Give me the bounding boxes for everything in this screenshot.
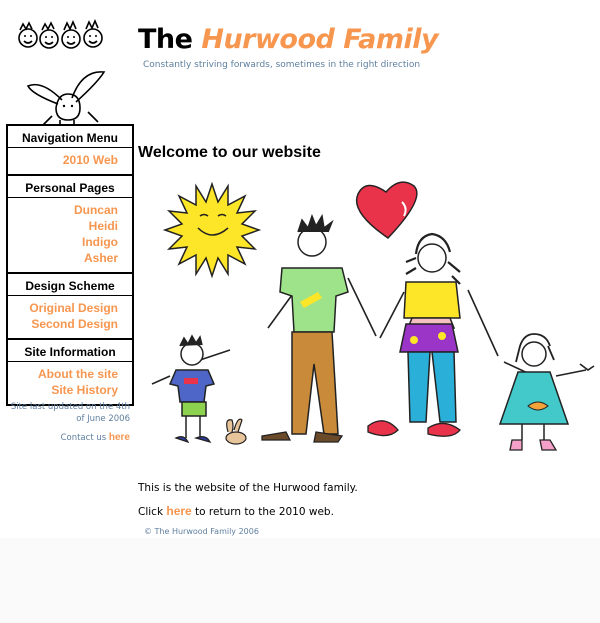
nav-link-2010-web[interactable]: 2010 Web xyxy=(8,152,132,168)
nav-link-original-design[interactable]: Original Design xyxy=(8,300,132,316)
return-line: Click here to return to the 2010 web. xyxy=(138,504,334,518)
nav-heading: Navigation Menu xyxy=(8,128,132,148)
site-title: The Hurwood Family xyxy=(138,24,439,55)
return-link[interactable]: here xyxy=(166,504,191,518)
sun-drawing xyxy=(162,181,262,279)
nav-link-duncan[interactable]: Duncan xyxy=(8,202,132,218)
tagline: Constantly striving forwards, sometimes … xyxy=(143,60,421,70)
nav-link-second-design[interactable]: Second Design xyxy=(8,316,132,332)
nav-link-heidi[interactable]: Heidi xyxy=(8,218,132,234)
nav-section-navigation: Navigation Menu 2010 Web xyxy=(8,126,132,176)
boy-figure xyxy=(168,334,216,444)
family-logo xyxy=(18,18,106,128)
nav-link-asher[interactable]: Asher xyxy=(8,250,132,266)
nav-section-personal: Personal Pages Duncan Heidi Indigo Asher xyxy=(8,176,132,274)
nav-heading: Personal Pages xyxy=(8,178,132,198)
family-name: Hurwood Family xyxy=(201,24,439,55)
dad-figure xyxy=(261,213,349,443)
welcome-heading: Welcome to our website xyxy=(138,144,321,161)
nav-heading: Site Information xyxy=(8,342,132,362)
nav-link-about[interactable]: About the site xyxy=(8,366,132,382)
last-updated: Site last updated on the 4th of June 200… xyxy=(10,402,130,424)
nav-link-indigo[interactable]: Indigo xyxy=(8,234,132,250)
intro-text: This is the website of the Hurwood famil… xyxy=(138,482,358,494)
navigation-menu: Navigation Menu 2010 Web Personal Pages … xyxy=(6,124,134,406)
copyright: © The Hurwood Family 2006 xyxy=(144,527,259,536)
contact-link[interactable]: here xyxy=(109,432,130,443)
girl-figure xyxy=(498,333,595,451)
bunny-figure xyxy=(225,418,247,445)
contact-line: Contact us here xyxy=(60,432,130,443)
nav-link-history[interactable]: Site History xyxy=(8,382,132,398)
page-background: The Hurwood Family Constantly striving f… xyxy=(0,0,600,538)
nav-section-site-info: Site Information About the site Site His… xyxy=(8,340,132,404)
heart-drawing xyxy=(355,181,418,239)
nav-section-design: Design Scheme Original Design Second Des… xyxy=(8,274,132,340)
nav-heading: Design Scheme xyxy=(8,276,132,296)
family-illustration xyxy=(151,181,595,451)
